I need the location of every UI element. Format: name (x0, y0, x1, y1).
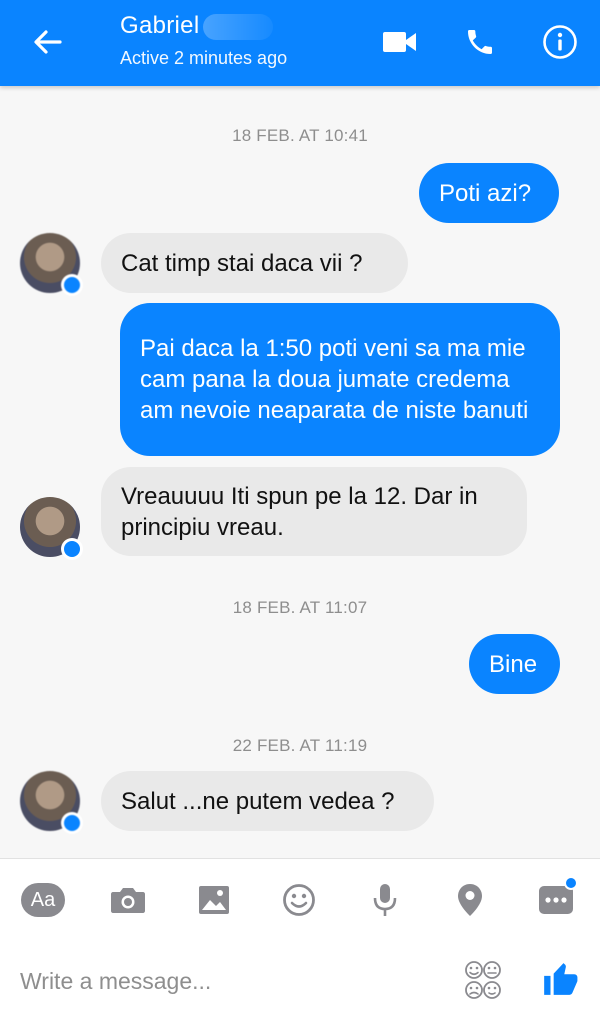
smiley-icon (283, 884, 315, 916)
microphone-icon (373, 884, 397, 916)
emoji-button[interactable] (275, 878, 323, 922)
message-list[interactable]: 18 FEB. AT 10:41 Poti azi? Cat timp stai… (0, 86, 600, 858)
gallery-icon (199, 886, 229, 914)
info-icon (543, 25, 577, 59)
contact-name-text: Gabriel (120, 12, 200, 39)
message-input[interactable] (20, 959, 440, 1003)
contact-name[interactable]: Gabriel (120, 12, 274, 40)
voice-call-button[interactable] (458, 20, 502, 64)
gallery-button[interactable] (190, 878, 238, 922)
phone-icon (468, 30, 492, 54)
voice-clip-button[interactable] (361, 878, 409, 922)
messenger-badge-icon (61, 274, 83, 296)
back-button[interactable] (26, 22, 68, 62)
location-pin-icon (458, 884, 482, 916)
outgoing-message-bubble[interactable]: Poti azi? (419, 163, 559, 223)
incoming-message-bubble[interactable]: Cat timp stai daca vii ? (101, 233, 408, 293)
like-button[interactable] (538, 955, 582, 1003)
contact-avatar[interactable] (20, 497, 83, 560)
stickers-icon (465, 961, 501, 999)
message-text: Poti azi? (439, 179, 532, 207)
location-button[interactable] (446, 878, 494, 922)
camera-button[interactable] (104, 878, 152, 922)
contact-avatar[interactable] (20, 233, 83, 296)
camera-icon (111, 888, 145, 913)
messenger-badge-icon (61, 538, 83, 560)
message-text: Pai daca la 1:50 poti veni sa ma mie cam… (140, 335, 529, 424)
messenger-badge-icon (61, 812, 83, 834)
message-text: Cat timp stai daca vii ? (121, 249, 363, 277)
more-options-button[interactable] (532, 876, 580, 922)
notification-dot (564, 876, 578, 890)
text-style-button[interactable]: Aa (19, 878, 67, 922)
timestamp-separator: 18 FEB. AT 11:07 (232, 598, 368, 617)
text-style-icon: Aa (21, 883, 65, 917)
thumbs-up-icon (544, 963, 578, 995)
timestamp-separator: 22 FEB. AT 11:19 (232, 736, 368, 755)
back-arrow-icon (34, 30, 62, 54)
video-call-button[interactable] (378, 20, 422, 64)
message-text: Salut ...ne putem vedea ? (121, 787, 395, 815)
timestamp-separator: 18 FEB. AT 10:41 (232, 126, 368, 145)
message-text: Bine (489, 650, 538, 678)
outgoing-message-bubble[interactable]: Bine (469, 634, 560, 694)
video-call-icon (383, 32, 416, 52)
composer: Aa (0, 858, 600, 1013)
conversation-info-button[interactable] (538, 20, 582, 64)
redacted-surname (203, 13, 274, 40)
incoming-message-bubble[interactable]: Vreauuuu Iti spun pe la 12. Dar in princ… (101, 467, 527, 556)
contact-status: Active 2 minutes ago (120, 48, 288, 68)
conversation-header: Gabriel Active 2 minutes ago (0, 0, 600, 86)
outgoing-message-bubble[interactable]: Pai daca la 1:50 poti veni sa ma mie cam… (120, 303, 560, 456)
incoming-message-bubble[interactable]: Salut ...ne putem vedea ? (101, 771, 434, 831)
sticker-button[interactable] (460, 959, 506, 1001)
contact-avatar[interactable] (20, 771, 83, 834)
message-text: Vreauuuu Iti spun pe la 12. Dar in princ… (121, 482, 478, 541)
